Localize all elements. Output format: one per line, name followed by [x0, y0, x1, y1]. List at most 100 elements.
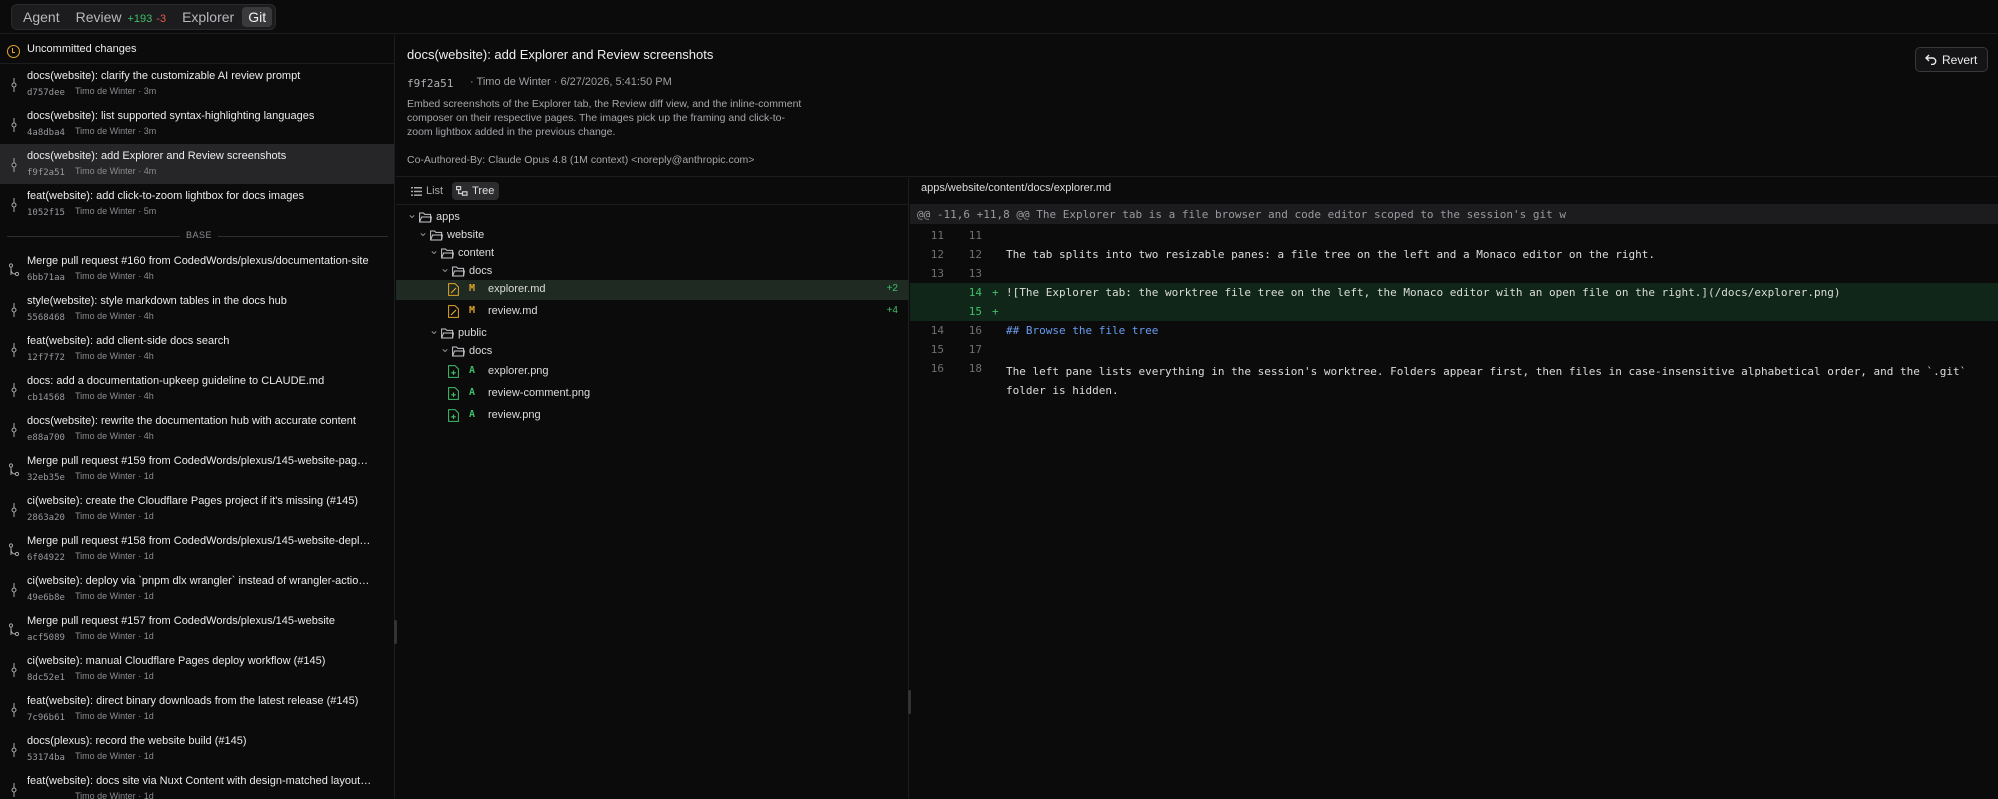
main-tabs: Agent Review +193 -3 Explorer Git [11, 4, 277, 30]
file-status-badge: M [469, 283, 476, 294]
commit-row[interactable]: Merge pull request #160 from CodedWords/… [0, 249, 394, 289]
folder-node[interactable]: ⌄ docs [396, 262, 909, 282]
line-content: ## Browse the file tree [1006, 324, 1159, 337]
commit-age: 3m [143, 126, 157, 136]
separator: · [135, 351, 144, 361]
revert-button[interactable]: Revert [1915, 47, 1989, 72]
commit-meta: · Timo de Winter · 6/27/2026, 5:41:50 PM [470, 76, 672, 88]
git-commit-icon [11, 343, 17, 357]
list-view-button[interactable]: List [407, 182, 448, 200]
undo-icon [1925, 54, 1937, 65]
old-line-number: 11 [930, 229, 944, 242]
commit-row[interactable]: Merge pull request #157 from CodedWords/… [0, 609, 394, 649]
separator: · [135, 271, 144, 281]
folder-open-icon [452, 266, 465, 277]
commit-row[interactable]: docs(website): add Explorer and Review s… [0, 144, 394, 184]
file-modified-icon [448, 283, 459, 296]
file-node[interactable]: Mreview.md +4 [396, 302, 909, 322]
commit-row[interactable]: ci(website): deploy via `pnpm dlx wrangl… [0, 569, 394, 609]
commit-body: Embed screenshots of the Explorer tab, t… [407, 98, 802, 138]
commit-hash: 49e6b8e [27, 593, 65, 603]
commit-author: Timo de Winter [75, 631, 136, 641]
file-node[interactable]: Aexplorer.png [396, 362, 909, 382]
new-line-number: 15 [968, 305, 982, 318]
folder-node[interactable]: ⌄ apps [396, 208, 909, 228]
folder-node[interactable]: ⌄ content [396, 244, 909, 264]
separator: · [135, 471, 144, 481]
separator: · [135, 511, 144, 521]
commit-title: Merge pull request #158 from CodedWords/… [27, 535, 371, 547]
separator: · [135, 126, 144, 136]
commit-row[interactable]: feat(website): docs site via Nuxt Conten… [0, 769, 394, 799]
git-commit-icon [11, 78, 17, 92]
commit-row[interactable]: feat(website): direct binary downloads f… [0, 689, 394, 729]
old-line-number: 14 [930, 324, 944, 337]
file-node[interactable]: Mexplorer.md +2 [396, 280, 909, 300]
commit-title: docs: add a documentation-upkeep guideli… [27, 375, 325, 387]
new-line-number: 16 [968, 324, 982, 337]
git-commit-icon [11, 743, 17, 757]
commit-title: feat(website): docs site via Nuxt Conten… [27, 775, 372, 787]
commit-age: 1d [143, 511, 154, 521]
tab-review[interactable]: Review +193 -3 [68, 7, 174, 27]
commit-row[interactable]: feat(website): add client-side docs sear… [0, 329, 394, 369]
commit-row[interactable]: ci(website): manual Cloudflare Pages dep… [0, 649, 394, 689]
commit-hash: e88a700 [27, 433, 65, 443]
commit-row[interactable]: ci(website): create the Cloudflare Pages… [0, 489, 394, 529]
commit-row[interactable]: docs(plexus): record the website build (… [0, 729, 394, 769]
chevron-down-icon: ⌄ [440, 341, 451, 355]
commit-title: docs(website): add Explorer and Review s… [407, 47, 714, 62]
commit-meta: Timo de Winter · 3m [75, 86, 156, 96]
commit-title: ci(website): create the Cloudflare Pages… [27, 495, 359, 507]
old-line-number: 12 [930, 248, 944, 261]
separator: · [135, 631, 144, 641]
folder-name: docs [469, 265, 493, 277]
diff-line: 15 17 [910, 340, 1998, 359]
file-node[interactable]: Areview.png [396, 406, 909, 426]
commit-row[interactable]: docs(website): rewrite the documentation… [0, 409, 394, 449]
commit-row[interactable]: docs(website): list supported syntax-hig… [0, 104, 394, 144]
folder-open-icon [452, 346, 465, 357]
commit-title: feat(website): add click-to-zoom lightbo… [27, 190, 304, 202]
diff-view: apps/website/content/docs/explorer.md @@… [910, 178, 1998, 799]
tab-agent[interactable]: Agent [15, 7, 68, 27]
git-commit-icon [11, 663, 17, 677]
commit-age: 1d [143, 751, 154, 761]
top-bar: Agent Review +193 -3 Explorer Git [0, 0, 1998, 34]
commit-author: Timo de Winter [75, 86, 136, 96]
folder-node[interactable]: ⌄ docs [396, 342, 909, 362]
file-node[interactable]: Areview-comment.png [396, 384, 909, 404]
chevron-down-icon: ⌄ [407, 207, 418, 221]
commit-meta: Timo de Winter · 4h [75, 311, 154, 321]
commit-meta: Timo de Winter · 1d [75, 631, 154, 641]
commit-author: Timo de Winter [75, 271, 136, 281]
git-merge-icon [8, 543, 20, 557]
commit-author: Timo de Winter [75, 671, 136, 681]
hunk-header: @@ -11,6 +11,8 @@ The Explorer tab is a … [910, 205, 1998, 224]
commit-row[interactable]: docs: add a documentation-upkeep guideli… [0, 369, 394, 409]
tree-view-button[interactable]: Tree [452, 182, 500, 200]
separator: · [135, 711, 144, 721]
added-marker: + [992, 305, 999, 318]
folder-open-icon [419, 212, 432, 223]
commit-row[interactable]: Merge pull request #159 from CodedWords/… [0, 449, 394, 489]
commit-meta: Timo de Winter · 1d [75, 591, 154, 601]
commit-hash: 7c96b61 [27, 713, 65, 723]
uncommitted-changes-item[interactable]: Uncommitted changes [0, 35, 394, 64]
file-added-icon [448, 365, 459, 378]
folder-node[interactable]: ⌄ public [396, 324, 909, 344]
folder-node[interactable]: ⌄ website [396, 226, 909, 246]
file-status-badge: M [469, 305, 476, 316]
folder-name: website [447, 229, 485, 241]
commit-row[interactable]: feat(website): add click-to-zoom lightbo… [0, 184, 394, 224]
commit-row[interactable]: style(website): style markdown tables in… [0, 289, 394, 329]
tab-explorer[interactable]: Explorer [174, 7, 242, 27]
commit-row[interactable]: Merge pull request #158 from CodedWords/… [0, 529, 394, 569]
git-commit-icon [11, 583, 17, 597]
commit-row[interactable]: docs(website): clarify the customizable … [0, 64, 394, 104]
git-commit-icon [11, 783, 17, 797]
tab-git[interactable]: Git [242, 7, 273, 27]
commit-title: docs(website): rewrite the documentation… [27, 415, 356, 427]
commit-meta: Timo de Winter · 1d [75, 791, 154, 799]
file-name: explorer.md [488, 283, 546, 295]
